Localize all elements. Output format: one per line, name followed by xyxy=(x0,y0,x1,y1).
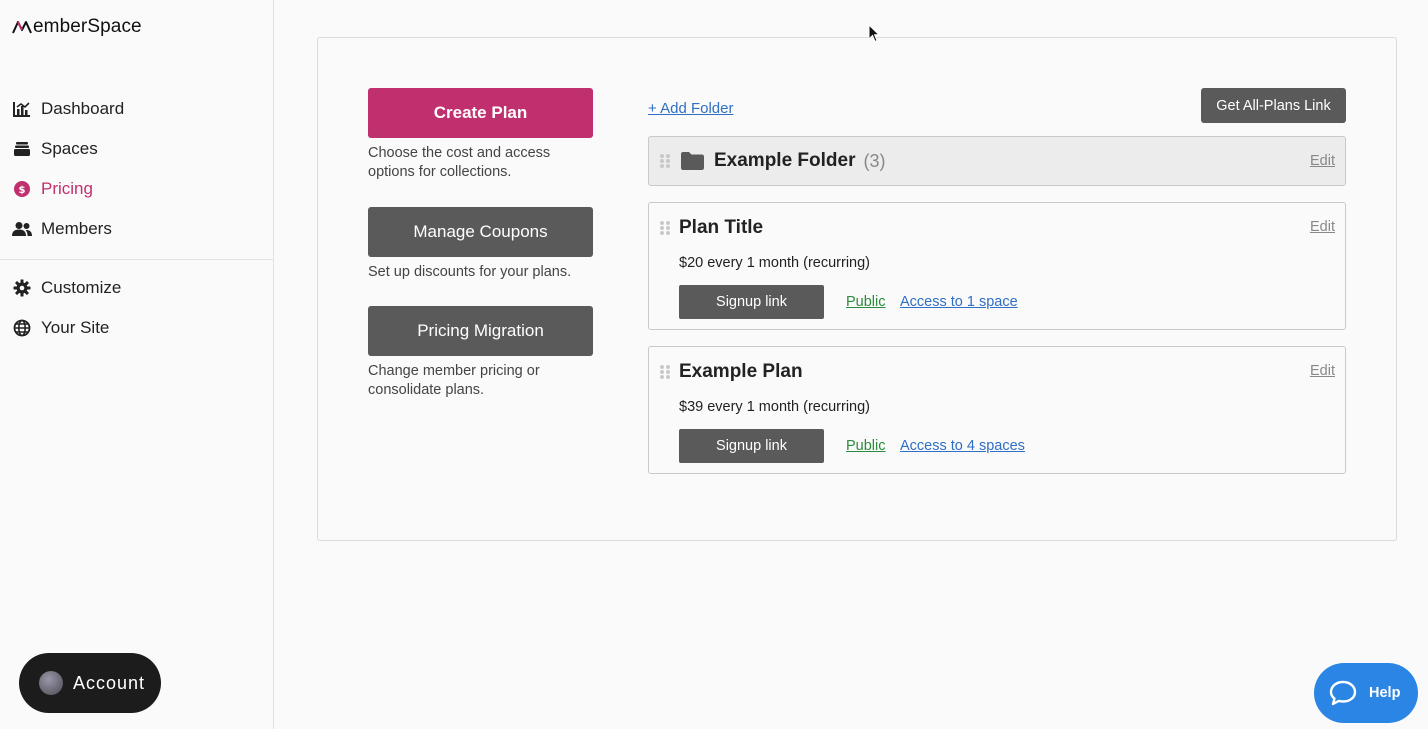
sidebar-item-label: Your Site xyxy=(41,318,110,337)
sidebar: emberSpace Dashboard Spaces $ Pricing Me… xyxy=(0,0,274,729)
folder-count: (3) xyxy=(863,150,886,171)
users-icon xyxy=(12,219,32,239)
plan-edit-link[interactable]: Edit xyxy=(1310,219,1335,235)
drag-handle-icon[interactable] xyxy=(660,221,670,235)
sidebar-item-label: Pricing xyxy=(41,179,93,198)
sidebar-item-pricing[interactable]: $ Pricing xyxy=(0,169,273,209)
sidebar-item-members[interactable]: Members xyxy=(0,209,273,249)
account-button[interactable]: Account xyxy=(19,653,161,713)
chart-icon xyxy=(12,99,32,119)
folder-edit-link[interactable]: Edit xyxy=(1310,153,1335,169)
signup-link-button[interactable]: Signup link xyxy=(679,429,824,463)
pricing-migration-button[interactable]: Pricing Migration xyxy=(368,306,593,356)
folder-row[interactable]: Example Folder (3) Edit xyxy=(648,136,1346,186)
drag-handle-icon[interactable] xyxy=(660,154,670,168)
manage-coupons-button[interactable]: Manage Coupons xyxy=(368,207,593,257)
sidebar-item-label: Spaces xyxy=(41,139,98,158)
manage-coupons-description: Set up discounts for your plans. xyxy=(368,264,572,280)
globe-icon xyxy=(12,318,32,338)
plan-edit-link[interactable]: Edit xyxy=(1310,363,1335,379)
sidebar-item-spaces[interactable]: Spaces xyxy=(0,129,273,169)
create-plan-description: Choose the cost and access options for c… xyxy=(368,145,551,180)
plan-card: Plan Title Edit $20 every 1 month (recur… xyxy=(648,202,1346,330)
sidebar-item-dashboard[interactable]: Dashboard xyxy=(0,89,273,129)
folder-name: Example Folder xyxy=(714,150,856,171)
add-folder-link[interactable]: + Add Folder xyxy=(648,100,733,117)
logo-text: emberSpace xyxy=(33,16,142,37)
pricing-card: Create Plan Choose the cost and access o… xyxy=(317,37,1397,541)
get-all-plans-link-button[interactable]: Get All-Plans Link xyxy=(1201,88,1346,123)
gear-icon xyxy=(12,278,32,298)
visibility-link[interactable]: Public xyxy=(846,294,886,310)
mouse-cursor-icon xyxy=(868,24,880,43)
access-link[interactable]: Access to 4 spaces xyxy=(900,438,1025,454)
memberspace-logo[interactable]: emberSpace xyxy=(12,16,142,38)
sidebar-item-label: Dashboard xyxy=(41,99,125,118)
stack-icon xyxy=(12,139,32,159)
sidebar-item-label: Customize xyxy=(41,278,122,297)
plan-title: Plan Title xyxy=(679,217,764,238)
visibility-link[interactable]: Public xyxy=(846,438,886,454)
help-button[interactable]: Help xyxy=(1314,663,1418,723)
sidebar-divider xyxy=(0,259,273,260)
help-label: Help xyxy=(1369,685,1401,701)
avatar xyxy=(39,671,63,695)
pricing-migration-description: Change member pricing or consolidate pla… xyxy=(368,363,540,398)
sidebar-item-label: Members xyxy=(41,219,112,238)
sidebar-item-your-site[interactable]: Your Site xyxy=(0,308,273,348)
signup-link-button[interactable]: Signup link xyxy=(679,285,824,319)
main-nav: Dashboard Spaces $ Pricing Members xyxy=(0,89,273,249)
account-label: Account xyxy=(73,672,146,693)
plan-price: $39 every 1 month (recurring) xyxy=(679,399,870,415)
plan-price: $20 every 1 month (recurring) xyxy=(679,255,870,271)
dollar-circle-icon: $ xyxy=(12,179,32,199)
access-link[interactable]: Access to 1 space xyxy=(900,294,1018,310)
secondary-nav: Customize Your Site xyxy=(0,268,273,348)
drag-handle-icon[interactable] xyxy=(660,365,670,379)
svg-text:$: $ xyxy=(19,185,26,196)
create-plan-button[interactable]: Create Plan xyxy=(368,88,593,138)
plan-title: Example Plan xyxy=(679,361,803,382)
sidebar-item-customize[interactable]: Customize xyxy=(0,268,273,308)
folder-icon xyxy=(680,151,705,171)
chat-bubble-icon xyxy=(1329,680,1357,706)
plan-card: Example Plan Edit $39 every 1 month (rec… xyxy=(648,346,1346,474)
memberspace-logo-icon xyxy=(12,21,32,34)
